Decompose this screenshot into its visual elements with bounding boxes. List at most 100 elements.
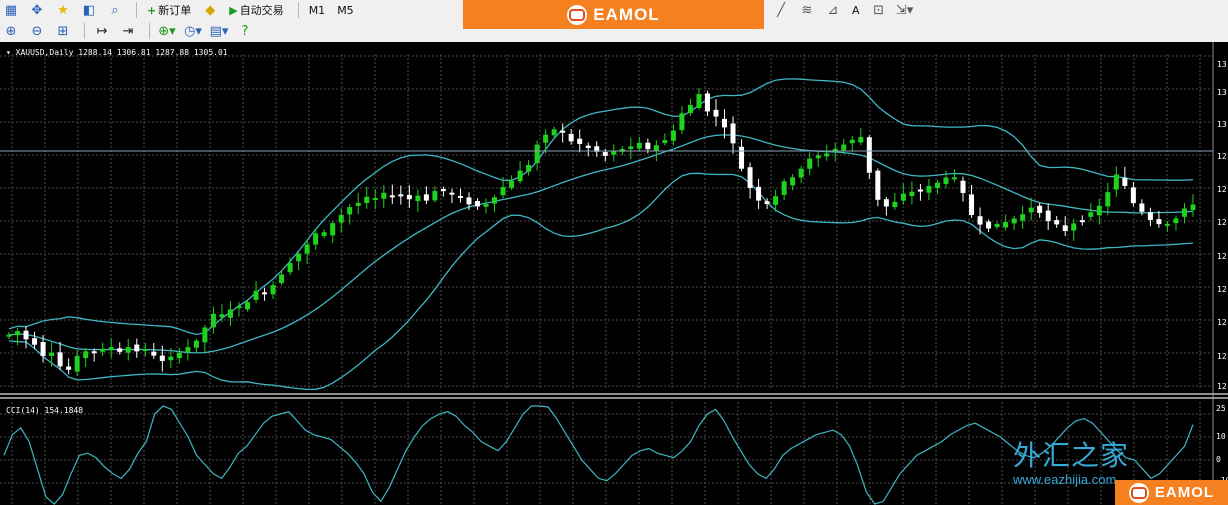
templates-icon[interactable]: ▤▾ (208, 21, 230, 41)
candle-bull (653, 145, 659, 151)
candle-bull (49, 352, 55, 356)
candle-bull (1113, 174, 1119, 190)
cci-tick-label: 0 (1216, 455, 1221, 464)
candle-bear (23, 330, 29, 340)
indicators-icon[interactable]: ⊕▾ (156, 21, 178, 41)
candle-bull (279, 274, 285, 284)
help-icon[interactable]: ? (234, 21, 256, 41)
candle-bull (628, 146, 634, 149)
candle-bear (406, 195, 412, 200)
price-tick-label: 13 (1217, 120, 1227, 129)
symbol-menu-icon[interactable]: ▾ (6, 48, 11, 57)
price-tick-label: 12 (1217, 318, 1227, 327)
tile-windows-icon[interactable]: ⊞ (52, 21, 74, 41)
price-tick-label: 12 (1217, 382, 1227, 391)
candle-bull (355, 202, 361, 206)
candle-bull (892, 201, 898, 208)
candle-bear (1054, 220, 1060, 225)
candlestick-series (6, 87, 1196, 376)
candle-bear (764, 201, 770, 205)
candle-bear (730, 123, 736, 144)
candle-bull (492, 197, 498, 204)
auto-trading-icon: ▶ (229, 3, 238, 17)
candle-bull (270, 285, 276, 295)
candle-bull (253, 290, 259, 300)
candle-bear (866, 137, 872, 173)
candle-bear (440, 189, 446, 192)
candle-bear (449, 192, 455, 195)
arrows-dropdown-icon[interactable]: ⇲▾ (894, 0, 916, 20)
text-label-tool-icon[interactable]: ⊡ (868, 0, 890, 20)
candle-bear (977, 216, 983, 225)
candle-bear (1139, 203, 1145, 212)
price-tick-label: 12 (1217, 252, 1227, 261)
zoom-in-icon[interactable]: ⊕ (0, 21, 22, 41)
candle-bull (1071, 223, 1077, 231)
meta-editor-icon[interactable]: ◆ (199, 0, 221, 20)
auto-scroll-icon[interactable]: ⇥ (117, 21, 139, 41)
candle-bear (1156, 219, 1162, 225)
candle-bull (193, 340, 199, 348)
new-order-button[interactable]: + 新订单 (143, 0, 195, 20)
candle-bull (100, 348, 106, 352)
cci-header: CCI(14) 154.1848 (6, 406, 84, 415)
candle-bear (389, 195, 395, 198)
candle-bull (1020, 214, 1026, 221)
candle-bull (1164, 223, 1170, 226)
candle-bear (91, 351, 97, 354)
candle-bull (807, 158, 813, 169)
candle-bull (994, 223, 1000, 228)
crosshair-icon[interactable]: ✥ (26, 0, 48, 20)
candle-bull (483, 204, 489, 207)
candle-bull (611, 151, 617, 155)
candle-bull (1003, 221, 1009, 228)
drawing-tools-row: ╱ ≋ ⊿ A ⊡ ⇲▾ (770, 0, 920, 20)
candle-bull (509, 180, 515, 188)
candle-bull (1181, 208, 1187, 217)
candle-bear (151, 351, 157, 356)
candle-bull (517, 170, 523, 182)
watermark-url: www.eazhijia.com (1013, 472, 1117, 487)
timeframe-m5-button[interactable]: M5 (333, 0, 358, 20)
candle-bear (466, 197, 472, 205)
candle-bear (262, 292, 268, 295)
candle-bear (747, 167, 753, 188)
candle-bull (415, 195, 421, 202)
text-tool-button[interactable]: A (848, 0, 864, 20)
candle-bear (423, 194, 429, 201)
candle-bull (679, 113, 685, 131)
toolbar-divider (136, 2, 137, 18)
price-header: ▾ XAUUSD,Daily 1288.14 1306.81 1287.88 1… (6, 48, 228, 57)
candle-bull (338, 215, 344, 223)
candle-bull (227, 309, 233, 318)
candle-bull (543, 134, 549, 143)
strategy-tester-icon[interactable]: ⌕ (104, 0, 126, 20)
candle-bull (858, 136, 864, 143)
candle-bull (142, 348, 148, 351)
timeframe-m1-button[interactable]: M1 (305, 0, 330, 20)
candle-bull (824, 153, 830, 157)
periods-clock-icon[interactable]: ◷▾ (182, 21, 204, 41)
candle-bear (704, 93, 710, 112)
favorites-star-icon[interactable]: ★ (52, 0, 74, 20)
auto-trading-button[interactable]: ▶ 自动交易 (225, 0, 287, 20)
channel-tool-icon[interactable]: ⊿ (822, 0, 844, 20)
toolbar-divider (149, 23, 150, 39)
candle-bull (176, 352, 182, 359)
watermark-chinese: 外汇之家 (1013, 434, 1129, 474)
candle-bear (577, 138, 583, 144)
trendline-tool-icon[interactable]: ╱ (770, 0, 792, 20)
market-watch-icon[interactable]: ◧ (78, 0, 100, 20)
fibonacci-tool-icon[interactable]: ≋ (796, 0, 818, 20)
candle-bull (236, 306, 242, 309)
candle-bear (739, 146, 745, 169)
candle-bull (304, 244, 310, 254)
chart-properties-icon[interactable]: ▦ (0, 0, 22, 20)
candle-bull (773, 196, 779, 205)
zoom-out-icon[interactable]: ⊖ (26, 21, 48, 41)
candle-bull (245, 302, 251, 310)
brand-name: EAMOL (593, 4, 660, 24)
chart-shift-icon[interactable]: ↦ (91, 21, 113, 41)
candle-bull (372, 198, 378, 201)
candle-bull (696, 94, 702, 108)
